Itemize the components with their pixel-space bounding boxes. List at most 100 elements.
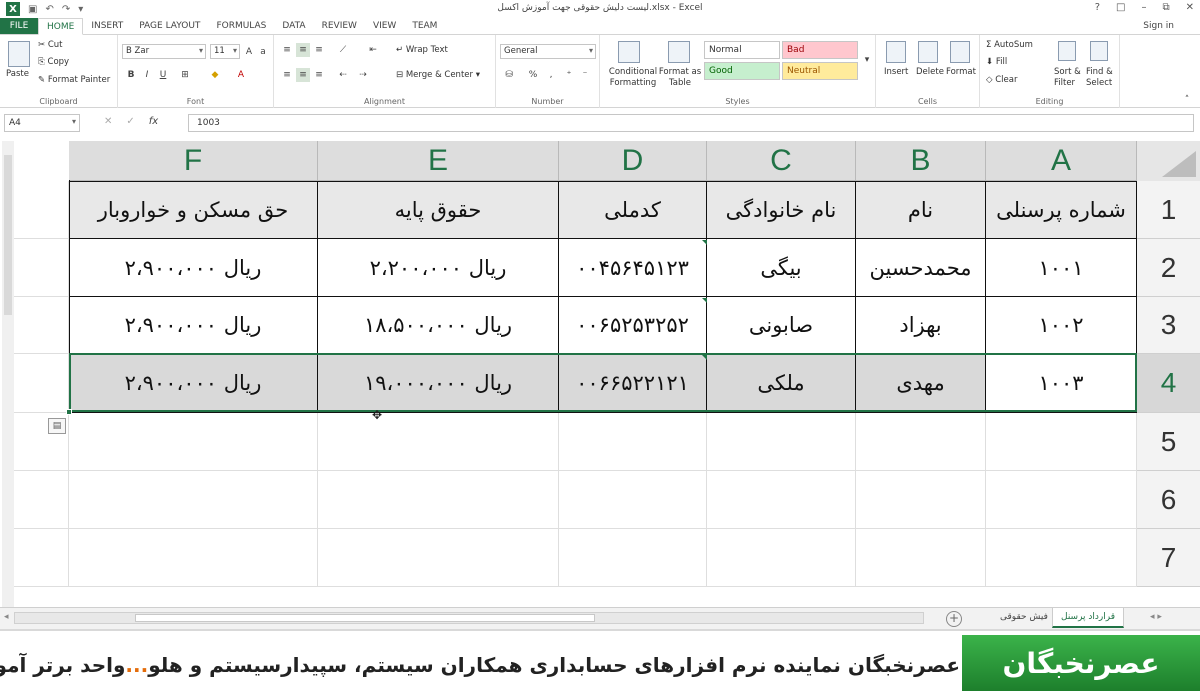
cut-button[interactable]: ✂ Cut [38, 40, 62, 50]
cell-c4[interactable]: ملکی [707, 354, 856, 413]
increase-decimal-icon[interactable]: ⁺ [562, 68, 576, 82]
cell-a4-active[interactable]: ۱۰۰۳ [986, 354, 1137, 413]
underline-icon[interactable]: U [156, 68, 170, 82]
minimize-icon[interactable]: – [1141, 2, 1146, 13]
cell-f1[interactable]: حق مسکن و خواروبار [69, 181, 318, 239]
cell-e2[interactable]: ریال ۲،۲۰۰،۰۰۰ [318, 239, 559, 297]
cell-b3[interactable]: بهزاد [856, 297, 986, 354]
row-header-6[interactable]: 6 [1137, 471, 1200, 529]
cell-b1[interactable]: نام [856, 181, 986, 239]
decrease-decimal-icon[interactable]: ⁻ [578, 68, 592, 82]
align-bottom-icon[interactable]: ≡ [312, 43, 326, 57]
format-button[interactable]: Format [946, 67, 976, 77]
insert-function-icon[interactable]: fx [149, 116, 158, 127]
tab-data[interactable]: DATA [274, 18, 313, 34]
tab-scroll-icon[interactable]: ◂ ▸ [1150, 612, 1162, 622]
binoculars-icon[interactable] [1090, 41, 1108, 61]
paste-button[interactable]: Paste [6, 69, 29, 79]
empty-cell[interactable] [707, 413, 856, 471]
insert-cells-icon[interactable] [886, 41, 906, 63]
clear-button[interactable]: ◇ Clear [986, 75, 1017, 85]
add-sheet-icon[interactable]: + [946, 611, 962, 627]
cell-c1[interactable]: نام خانوادگی [707, 181, 856, 239]
cell-a3[interactable]: ۱۰۰۲ [986, 297, 1137, 354]
empty-cell[interactable] [14, 181, 69, 239]
empty-cell[interactable] [856, 529, 986, 587]
grow-font-icon[interactable]: A [242, 45, 256, 59]
insert-button[interactable]: Insert [884, 67, 908, 77]
sign-in-link[interactable]: Sign in [1143, 18, 1200, 34]
empty-cell[interactable] [559, 471, 707, 529]
close-icon[interactable]: ✕ [1186, 2, 1194, 13]
align-right-icon[interactable]: ≡ [312, 68, 326, 82]
shrink-font-icon[interactable]: a [256, 45, 270, 59]
scroll-left-icon[interactable]: ◂ [4, 612, 9, 622]
style-neutral[interactable]: Neutral [782, 62, 858, 80]
conditional-formatting-button[interactable]: Conditional Formatting [604, 67, 662, 89]
empty-cell[interactable] [707, 529, 856, 587]
sort-filter-icon[interactable] [1058, 41, 1076, 61]
number-format-select[interactable]: General [500, 44, 596, 59]
quick-analysis-icon[interactable]: ▤ [48, 418, 66, 434]
cell-b2[interactable]: محمدحسین [856, 239, 986, 297]
fill-handle[interactable] [66, 409, 72, 415]
cell-d1[interactable]: کدملی [559, 181, 707, 239]
format-cells-icon[interactable] [950, 41, 970, 63]
cell-a2[interactable]: ۱۰۰۱ [986, 239, 1137, 297]
cell-f3[interactable]: ریال ۲،۹۰۰،۰۰۰ [69, 297, 318, 354]
empty-cell[interactable] [14, 471, 69, 529]
styles-more-icon[interactable]: ▾ [860, 53, 874, 67]
empty-cell[interactable] [69, 413, 318, 471]
format-painter-button[interactable]: ✎ Format Painter [38, 75, 110, 85]
cell-c2[interactable]: بیگی [707, 239, 856, 297]
row-header-3[interactable]: 3 [1137, 297, 1200, 354]
conditional-formatting-icon[interactable] [618, 41, 640, 63]
formula-input[interactable]: 1003 [188, 114, 1194, 132]
delete-cells-icon[interactable] [918, 41, 938, 63]
font-color-icon[interactable]: A [234, 68, 248, 82]
empty-cell[interactable] [559, 529, 707, 587]
error-indicator-icon[interactable] [702, 240, 707, 245]
sheet-tab-personnel-contract[interactable]: قرارداد پرسنل [1052, 608, 1125, 628]
tab-view[interactable]: VIEW [365, 18, 404, 34]
tab-home[interactable]: HOME [38, 18, 84, 35]
align-top-icon[interactable]: ≡ [280, 43, 294, 57]
cell-b4[interactable]: مهدی [856, 354, 986, 413]
cancel-icon[interactable]: ✕ [104, 116, 112, 127]
column-header-f[interactable]: F [69, 141, 318, 181]
orientation-icon[interactable]: ⟋ [336, 43, 350, 57]
error-indicator-icon[interactable] [702, 298, 707, 303]
cell-c3[interactable]: صابونی [707, 297, 856, 354]
align-middle-icon[interactable]: ≡ [296, 43, 310, 57]
format-as-table-button[interactable]: Format as Table [658, 67, 702, 89]
empty-cell[interactable] [986, 413, 1137, 471]
horizontal-scroll-thumb[interactable] [135, 614, 595, 622]
autosum-button[interactable]: Σ AutoSum [986, 40, 1033, 50]
empty-cell[interactable] [69, 471, 318, 529]
cell-e3[interactable]: ریال ۱۸،۵۰۰،۰۰۰ [318, 297, 559, 354]
empty-cell[interactable] [14, 297, 69, 354]
borders-icon[interactable]: ⊞ [178, 68, 192, 82]
tab-insert[interactable]: INSERT [83, 18, 131, 34]
empty-cell[interactable] [856, 413, 986, 471]
tab-review[interactable]: REVIEW [314, 18, 365, 34]
wrap-text-button[interactable]: ↵ Wrap Text [396, 45, 448, 55]
copy-button[interactable]: ⎘ Copy [38, 57, 69, 67]
font-size-select[interactable]: 11 [210, 44, 240, 59]
cell-a1[interactable]: شماره پرسنلی [986, 181, 1137, 239]
empty-cell[interactable] [986, 529, 1137, 587]
merge-center-button[interactable]: ⊟ Merge & Center ▾ [396, 70, 480, 80]
select-all-corner[interactable] [1137, 141, 1200, 181]
tab-page-layout[interactable]: PAGE LAYOUT [131, 18, 208, 34]
empty-cell[interactable] [14, 529, 69, 587]
vertical-scroll-thumb[interactable] [4, 155, 12, 315]
row-header-7[interactable]: 7 [1137, 529, 1200, 587]
empty-cell[interactable] [14, 354, 69, 413]
decrease-indent-icon[interactable]: ⇠ [336, 68, 350, 82]
bold-icon[interactable]: B [124, 68, 138, 82]
column-header-e[interactable]: E [318, 141, 559, 181]
sheet-tab-payslip[interactable]: فیش حقوقی [992, 608, 1056, 628]
comma-style-icon[interactable]: , [544, 68, 558, 82]
row-header-1[interactable]: 1 [1137, 181, 1200, 239]
empty-cell[interactable] [318, 413, 559, 471]
